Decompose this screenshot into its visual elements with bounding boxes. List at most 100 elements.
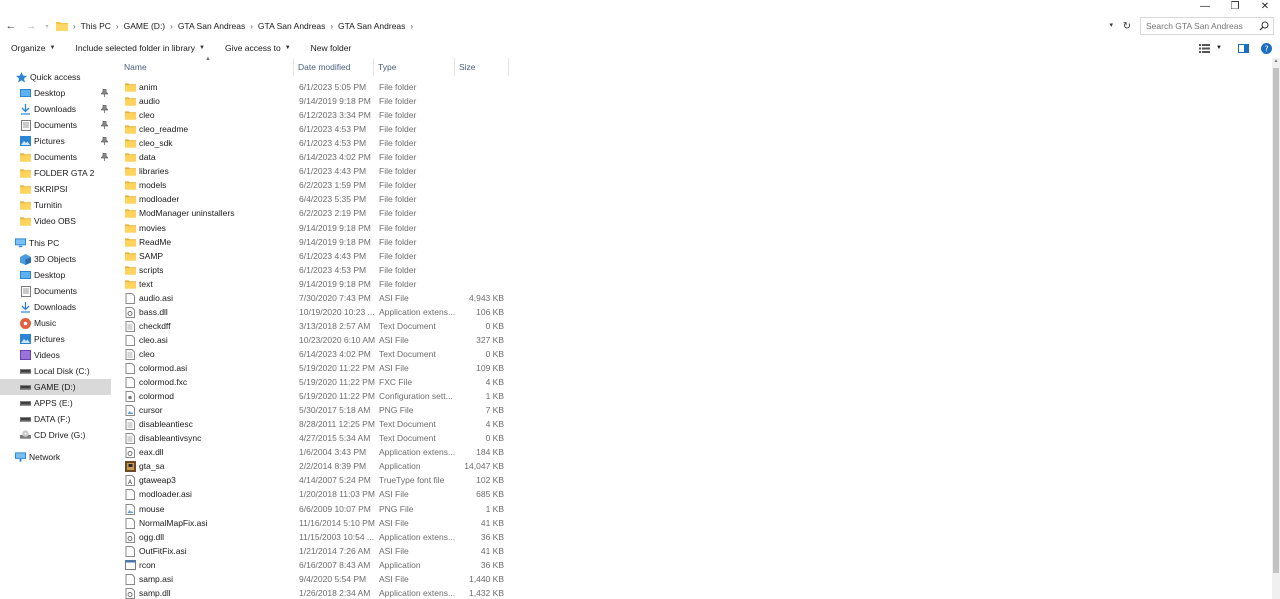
forward-button[interactable]: → — [24, 17, 38, 35]
file-type: File folder — [379, 250, 417, 261]
breadcrumb-gta-2[interactable]: GTA San Andreas — [258, 21, 325, 31]
refresh-button[interactable]: ↻ — [1120, 17, 1134, 35]
recent-locations-button[interactable]: ▾ — [40, 17, 54, 35]
file-row[interactable]: gta_sa 2/2/2014 8:39 PM Application 14,047 … — [120, 459, 510, 473]
file-row[interactable]: NormalMapFix.asi 11/16/2014 5:10 PM ASI Fi… — [120, 516, 510, 530]
file-row[interactable]: cursor 5/30/2017 5:18 AM PNG File 7 KB — [120, 403, 510, 417]
nav-network[interactable]: Network — [0, 449, 111, 465]
file-row[interactable]: rcon 6/16/2007 8:43 AM Application 36 KB — [120, 558, 510, 572]
file-row[interactable]: models 6/2/2023 1:59 PM File folder — [120, 178, 510, 192]
minimize-button[interactable]: — — [1190, 0, 1220, 12]
nav-pc-item[interactable]: APPS (E:) — [0, 395, 111, 411]
nav-quick-item[interactable]: FOLDER GTA 2 — [0, 165, 111, 181]
nav-pc-item[interactable]: Local Disk (C:) — [0, 363, 111, 379]
nav-pc-item[interactable]: 3D Objects — [0, 251, 111, 267]
nav-pc-item[interactable]: Videos — [0, 347, 111, 363]
file-row[interactable]: cleo.asi 10/23/2020 6:10 AM ASI File 327 KB — [120, 333, 510, 347]
search-box[interactable] — [1140, 17, 1274, 35]
file-row[interactable]: ModManager uninstallers 6/2/2023 2:19 PM F… — [120, 206, 510, 220]
breadcrumb-chevron-icon[interactable]: › — [170, 22, 173, 31]
file-row[interactable]: colormod.asi 5/19/2020 11:22 PM ASI File 10… — [120, 361, 510, 375]
file-row[interactable]: cleo_readme 6/1/2023 4:53 PM File folder — [120, 122, 510, 136]
breadcrumb-this-pc[interactable]: This PC — [81, 21, 111, 31]
file-row[interactable]: checkdff 3/13/2018 2:57 AM Text Document 0 … — [120, 319, 510, 333]
file-row[interactable]: SAMP 6/1/2023 4:43 PM File folder — [120, 249, 510, 263]
file-row[interactable]: samp.asi 9/4/2020 5:54 PM ASI File 1,440 KB — [120, 572, 510, 586]
file-row[interactable]: data 6/14/2023 4:02 PM File folder — [120, 150, 510, 164]
nav-quick-item[interactable]: Turnitin — [0, 197, 111, 213]
file-row[interactable]: colormod 5/19/2020 11:22 PM Configuration … — [120, 389, 510, 403]
nav-quick-item[interactable]: Downloads — [0, 101, 111, 117]
breadcrumb-chevron-icon[interactable]: › — [410, 22, 413, 31]
column-name[interactable]: Name ▲ — [120, 56, 294, 76]
nav-pc-item[interactable]: Documents — [0, 283, 111, 299]
breadcrumb-gta-3[interactable]: GTA San Andreas — [338, 21, 405, 31]
column-type[interactable]: Type — [374, 58, 455, 76]
search-input[interactable] — [1146, 21, 1256, 31]
nav-pc-item[interactable]: Desktop — [0, 267, 111, 283]
vertical-scrollbar[interactable]: ▲ — [1272, 58, 1280, 599]
include-in-library-button[interactable]: Include selected folder in library ▼ — [75, 43, 205, 53]
file-row[interactable]: disableantivsync 4/27/2015 5:34 AM Text Do… — [120, 431, 510, 445]
nav-this-pc[interactable]: This PC — [0, 235, 111, 251]
address-dropdown-icon[interactable]: ▾ — [1109, 21, 1113, 29]
nav-quick-item[interactable]: Pictures — [0, 133, 111, 149]
file-row[interactable]: cleo 6/12/2023 3:34 PM File folder — [120, 108, 510, 122]
nav-pc-item[interactable]: Music — [0, 315, 111, 331]
file-row[interactable]: cleo_sdk 6/1/2023 4:53 PM File folder — [120, 136, 510, 150]
file-row[interactable]: scripts 6/1/2023 4:53 PM File folder — [120, 263, 510, 277]
column-size[interactable]: Size — [455, 58, 509, 76]
restore-button[interactable]: ❐ — [1220, 0, 1250, 12]
file-row[interactable]: audio 9/14/2019 9:18 PM File folder — [120, 94, 510, 108]
help-button[interactable]: ? — [1261, 42, 1272, 54]
file-row[interactable]: modloader.asi 1/20/2018 11:03 PM ASI File 6… — [120, 487, 510, 501]
nav-pc-item[interactable]: DATA (F:) — [0, 411, 111, 427]
file-row[interactable]: samp.dll 1/26/2018 2:34 AM Application ext… — [120, 586, 510, 599]
scroll-up-icon[interactable]: ▲ — [1272, 58, 1280, 66]
file-name-cell: colormod — [125, 389, 295, 403]
breadcrumb-chevron-icon[interactable]: › — [330, 22, 333, 31]
nav-quick-item[interactable]: Video OBS — [0, 213, 111, 229]
give-access-button[interactable]: Give access to ▼ — [225, 43, 291, 53]
file-row[interactable]: mouse 6/6/2009 10:07 PM PNG File 1 KB — [120, 502, 510, 516]
nav-pc-item[interactable]: Downloads — [0, 299, 111, 315]
scrollbar-thumb[interactable] — [1273, 68, 1279, 573]
file-row[interactable]: anim 6/1/2023 5:05 PM File folder — [120, 80, 510, 94]
breadcrumb-chevron-icon[interactable]: › — [250, 22, 253, 31]
nav-pc-item[interactable]: CD Drive (G:) — [0, 427, 111, 443]
change-view-button[interactable]: ▼ — [1199, 43, 1222, 53]
file-row[interactable]: bass.dll 10/19/2020 10:23 ... Application … — [120, 305, 510, 319]
file-row[interactable]: text 9/14/2019 9:18 PM File folder — [120, 277, 510, 291]
file-name-cell: cleo_readme — [125, 122, 295, 136]
file-row[interactable]: Agtaweap3 4/14/2007 5:24 PM TrueType font … — [120, 473, 510, 487]
file-row[interactable]: movies 9/14/2019 9:18 PM File folder — [120, 221, 510, 235]
nav-quick-item[interactable]: Documents — [0, 117, 111, 133]
file-row[interactable]: disableantiesc 8/28/2011 12:25 PM Text Doc… — [120, 417, 510, 431]
file-row[interactable]: ogg.dll 11/15/2003 10:54 ... Application e… — [120, 530, 510, 544]
close-button[interactable]: ✕ — [1250, 0, 1280, 12]
breadcrumb-chevron-icon[interactable]: › — [116, 22, 119, 31]
new-folder-button[interactable]: New folder — [311, 43, 352, 53]
nav-pc-item[interactable]: GAME (D:) — [0, 379, 111, 395]
breadcrumb-game-drive[interactable]: GAME (D:) — [124, 21, 166, 31]
file-row[interactable]: audio.asi 7/30/2020 7:43 PM ASI File 4,943 … — [120, 291, 510, 305]
file-row[interactable]: colormod.fxc 5/19/2020 11:22 PM FXC File 4 … — [120, 375, 510, 389]
nav-pc-item[interactable]: Pictures — [0, 331, 111, 347]
nav-quick-access[interactable]: Quick access — [0, 69, 111, 85]
file-row[interactable]: OutFitFix.asi 1/21/2014 7:26 AM ASI File 41… — [120, 544, 510, 558]
address-bar[interactable]: › This PC › GAME (D:) › GTA San Andreas … — [53, 17, 1123, 35]
file-row[interactable]: cleo 6/14/2023 4:02 PM Text Document 0 KB — [120, 347, 510, 361]
file-row[interactable]: libraries 6/1/2023 4:43 PM File folder — [120, 164, 510, 178]
nav-quick-item[interactable]: Documents — [0, 149, 111, 165]
file-row[interactable]: modloader 6/4/2023 5:35 PM File folder — [120, 192, 510, 206]
back-button[interactable]: ← — [4, 17, 18, 35]
column-date-modified[interactable]: Date modified — [294, 58, 374, 76]
breadcrumb-gta-1[interactable]: GTA San Andreas — [178, 21, 245, 31]
file-row[interactable]: ReadMe 9/14/2019 9:18 PM File folder — [120, 235, 510, 249]
preview-pane-button[interactable] — [1238, 43, 1249, 53]
nav-quick-item[interactable]: Desktop — [0, 85, 111, 101]
nav-quick-item[interactable]: SKRIPSI — [0, 181, 111, 197]
file-row[interactable]: eax.dll 1/6/2004 3:43 PM Application exten… — [120, 445, 510, 459]
folder-icon — [125, 110, 136, 120]
organize-button[interactable]: Organize ▼ — [11, 43, 55, 53]
